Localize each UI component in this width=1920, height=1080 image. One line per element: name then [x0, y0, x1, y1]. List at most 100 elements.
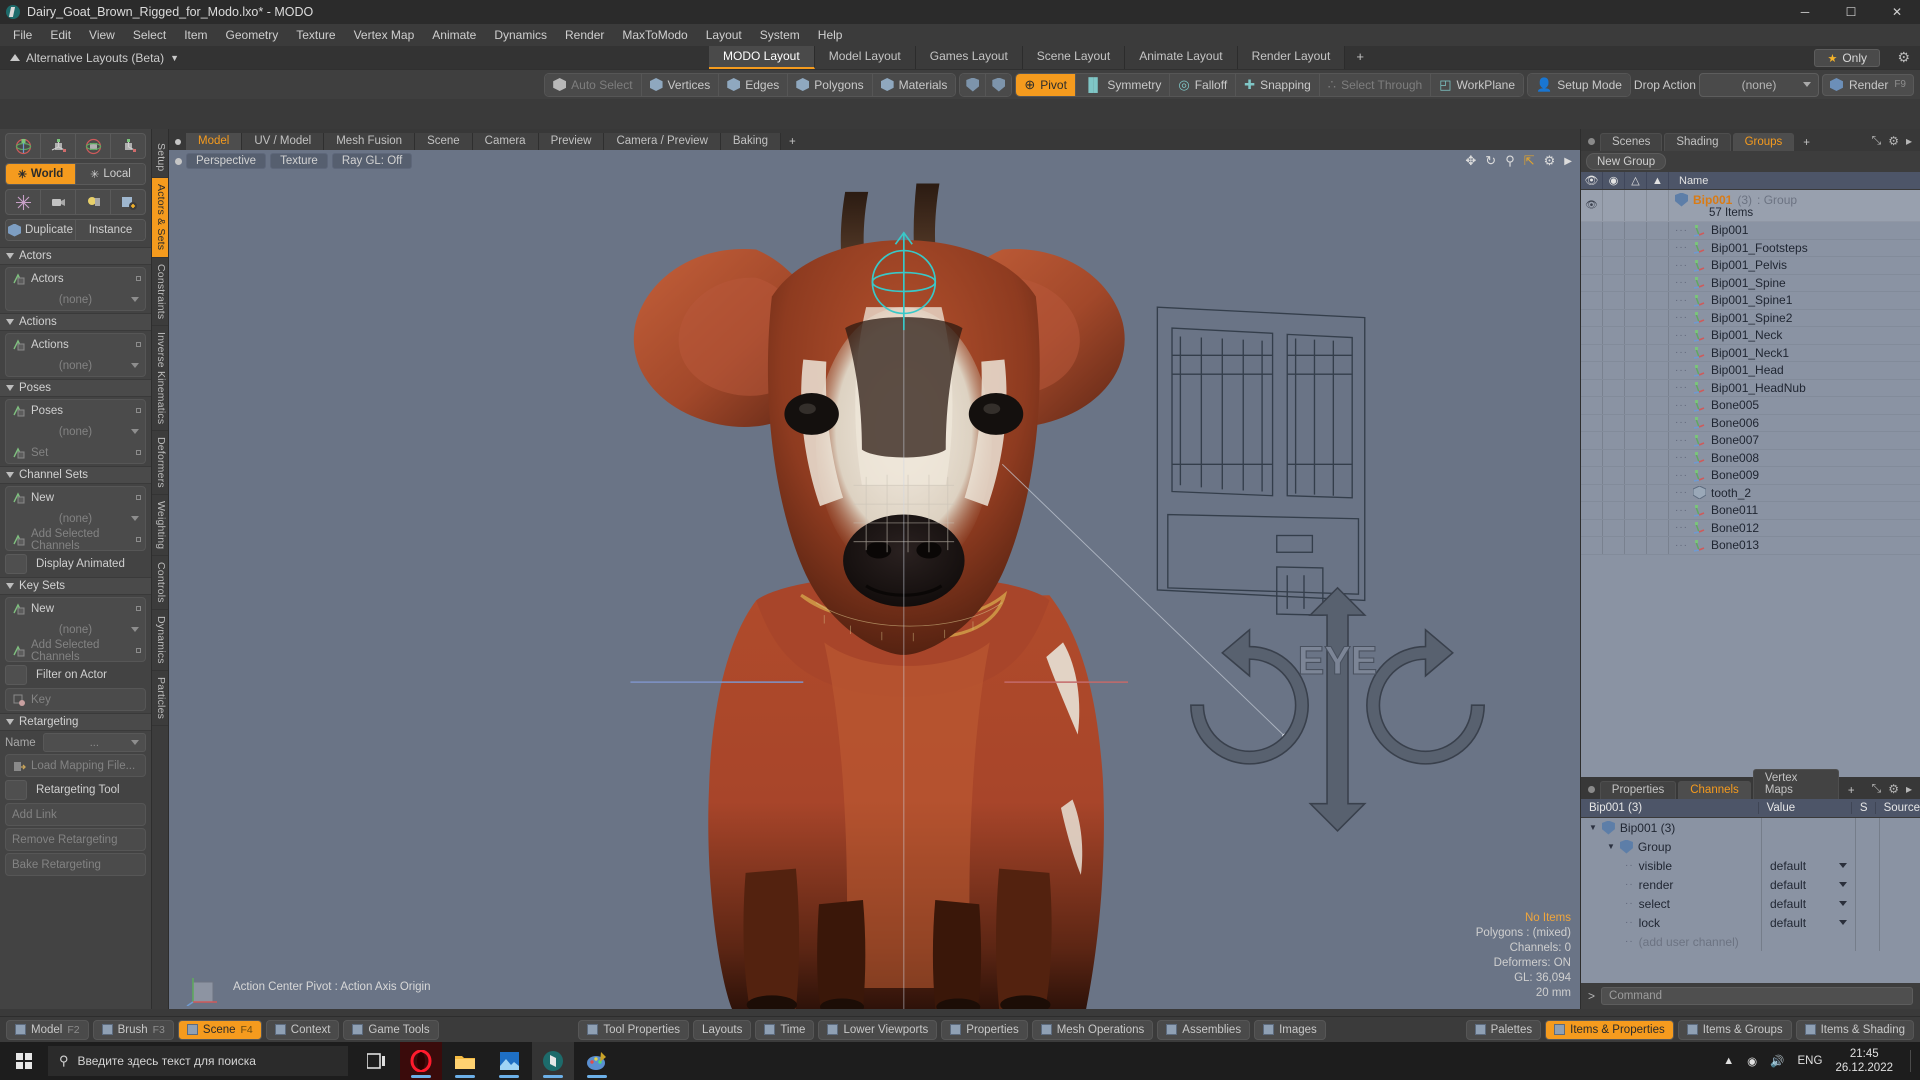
section-header-actors[interactable]: Actors [0, 247, 151, 265]
viewport-tab-baking[interactable]: Baking [720, 133, 782, 150]
panel-tab-scenes[interactable]: Scenes [1600, 133, 1663, 151]
row-gutter-visibility[interactable]: 👁 [1581, 190, 1603, 221]
field-row-actions[interactable]: Actions [6, 334, 145, 355]
menu-item-vertex-map[interactable]: Vertex Map [345, 24, 424, 46]
checkbox-row-retargeting-tool[interactable]: Retargeting Tool [5, 780, 146, 800]
channel-row[interactable]: ·· render default [1581, 875, 1920, 894]
row-gutter[interactable] [1625, 502, 1647, 519]
channel-value-cell[interactable]: default [1761, 875, 1856, 894]
layout-tab-animate[interactable]: Animate Layout [1125, 46, 1238, 69]
row-gutter-select[interactable] [1625, 190, 1647, 221]
row-gutter[interactable] [1625, 537, 1647, 554]
row-gutter[interactable] [1647, 257, 1669, 274]
checkbox-row-display-animated[interactable]: Display Animated [5, 554, 146, 574]
camera-icon[interactable] [41, 190, 76, 214]
taskbar-clock[interactable]: 21:45 26.12.2022 [1835, 1047, 1897, 1075]
popover-handle-icon[interactable] [136, 495, 141, 500]
panel-toggle-images[interactable]: Images [1254, 1019, 1326, 1040]
list-item[interactable]: ··· Bip001_HeadNub [1581, 379, 1920, 397]
viewport-tab-scene[interactable]: Scene [415, 133, 473, 150]
layout-tab-render[interactable]: Render Layout [1237, 46, 1346, 69]
row-gutter[interactable] [1625, 397, 1647, 414]
row-gutter[interactable] [1581, 362, 1603, 379]
row-gutter[interactable] [1581, 484, 1603, 501]
modo-icon[interactable] [532, 1042, 574, 1080]
channel-row[interactable]: ·· (add user channel) [1581, 932, 1920, 951]
task-view-icon[interactable] [356, 1042, 398, 1080]
panel-tab-groups[interactable]: Groups [1732, 133, 1795, 151]
field-row-add-selected-channels[interactable]: Add Selected Channels [6, 639, 145, 661]
menu-item-render[interactable]: Render [556, 24, 613, 46]
field-row-poses[interactable]: Poses [6, 400, 145, 421]
row-gutter[interactable] [1581, 274, 1603, 291]
add-layout-tab-button[interactable]: + [1345, 46, 1375, 69]
status-button-model[interactable]: Model F2 [6, 1019, 89, 1040]
menu-item-maxtomodo[interactable]: MaxToModo [613, 24, 696, 46]
new-group-button[interactable]: New Group [1586, 153, 1667, 170]
field-row-actors[interactable]: Actors [6, 268, 145, 289]
row-gutter[interactable] [1603, 274, 1625, 291]
lock-column-icon[interactable]: ▲ [1647, 172, 1669, 189]
row-gutter[interactable] [1581, 502, 1603, 519]
fit-icon[interactable]: ⇱ [1524, 153, 1535, 169]
row-gutter[interactable] [1603, 309, 1625, 326]
toolbar-snapping[interactable]: ✚ Snapping [1236, 73, 1320, 96]
row-gutter[interactable] [1625, 449, 1647, 466]
list-item[interactable]: ··· Bone013 [1581, 537, 1920, 555]
viewport-tab-uv-model[interactable]: UV / Model [242, 133, 325, 150]
button-remove-retargeting[interactable]: Remove Retargeting [6, 829, 145, 850]
row-gutter[interactable] [1603, 432, 1625, 449]
transform-tool-icon[interactable] [111, 134, 145, 158]
row-gutter[interactable] [1581, 449, 1603, 466]
row-gutter[interactable] [1603, 519, 1625, 536]
list-item[interactable]: ··· Bone012 [1581, 519, 1920, 537]
drop-action-dropdown[interactable]: (none) [1698, 72, 1819, 97]
row-gutter[interactable] [1581, 397, 1603, 414]
list-item[interactable]: ··· Bip001_Spine1 [1581, 292, 1920, 310]
field-row-add-selected-channels[interactable]: Add Selected Channels [6, 528, 145, 550]
toolbar-workplane[interactable]: ◰ WorkPlane [1431, 73, 1524, 96]
collapse-triangle-icon[interactable] [6, 319, 14, 325]
row-gutter[interactable] [1603, 414, 1625, 431]
chevron-right-icon[interactable]: ▶ [1564, 156, 1572, 167]
viewport-tab-preview[interactable]: Preview [538, 133, 605, 150]
collapse-triangle-icon[interactable] [6, 385, 14, 391]
list-item[interactable]: ··· Bip001_Spine [1581, 274, 1920, 292]
row-gutter[interactable] [1603, 449, 1625, 466]
row-gutter[interactable] [1625, 519, 1647, 536]
section-header-actions[interactable]: Actions [0, 313, 151, 331]
row-gutter[interactable] [1647, 274, 1669, 291]
layout-preset-palettes[interactable]: Palettes [1465, 1019, 1542, 1040]
row-gutter[interactable] [1625, 362, 1647, 379]
row-gutter[interactable] [1647, 414, 1669, 431]
row-gutter[interactable] [1647, 449, 1669, 466]
row-gutter[interactable] [1647, 239, 1669, 256]
viewport-raygl-dropdown[interactable]: Ray GL: Off [331, 153, 413, 169]
panel-toggle-time[interactable]: Time [755, 1019, 815, 1040]
row-gutter-lock[interactable] [1647, 190, 1669, 221]
row-gutter[interactable] [1581, 379, 1603, 396]
row-gutter[interactable] [1625, 292, 1647, 309]
list-item[interactable]: ··· Bip001_Pelvis [1581, 257, 1920, 275]
menu-item-texture[interactable]: Texture [287, 24, 344, 46]
expand-icon[interactable]: ⤡ [1872, 781, 1882, 796]
paint-icon[interactable] [576, 1042, 618, 1080]
list-item[interactable]: ··· Bip001_Neck [1581, 327, 1920, 345]
move-icon[interactable]: ✥ [1465, 153, 1476, 169]
row-gutter[interactable] [1625, 257, 1647, 274]
list-item[interactable]: ··· Bone009 [1581, 467, 1920, 485]
section-header-retargeting[interactable]: Retargeting [0, 713, 151, 731]
row-gutter[interactable] [1581, 257, 1603, 274]
row-gutter[interactable] [1625, 484, 1647, 501]
panel-toggle-lower-viewports[interactable]: Lower Viewports [818, 1019, 938, 1040]
row-gutter[interactable] [1625, 309, 1647, 326]
viewport-perspective-dropdown[interactable]: Perspective [186, 153, 267, 169]
list-item[interactable]: ··· Bip001_Head [1581, 362, 1920, 380]
section-header-channel-sets[interactable]: Channel Sets [0, 466, 151, 484]
list-item[interactable]: ··· Bone007 [1581, 432, 1920, 450]
add-tab-button[interactable]: + [1796, 135, 1817, 151]
expand-triangle-icon[interactable]: ▼ [1607, 842, 1615, 851]
only-toggle[interactable]: ★ Only [1814, 49, 1880, 67]
vertical-tab-constraints[interactable]: Constraints [152, 258, 168, 326]
selection-mode-polygons[interactable]: Polygons [788, 73, 873, 96]
